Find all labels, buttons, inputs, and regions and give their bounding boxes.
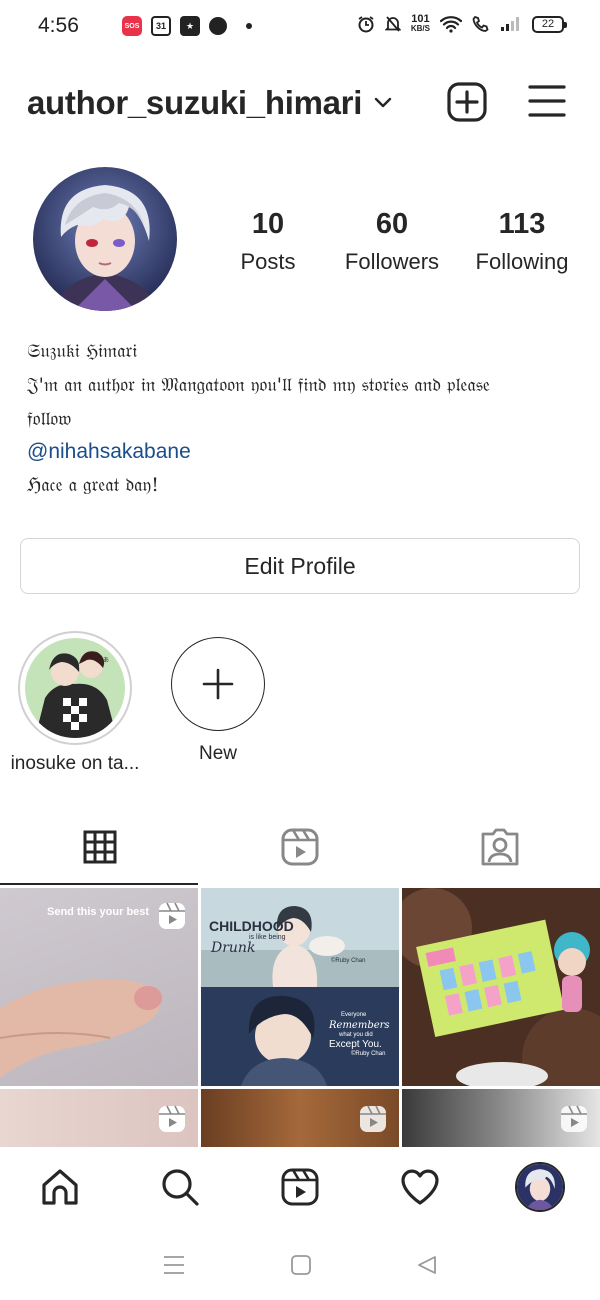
system-status-icons: 101 KB/S 22 xyxy=(357,13,567,34)
profile-header: author_suzuki_himari xyxy=(0,78,600,128)
post-text-line: what you did xyxy=(339,1032,373,1038)
post-tile[interactable] xyxy=(402,888,600,1086)
new-highlight-button[interactable]: New xyxy=(168,637,268,765)
tab-tagged[interactable] xyxy=(400,808,600,886)
post-tile[interactable]: Send this your best xyxy=(0,888,198,1086)
bottom-navigation xyxy=(0,1147,600,1227)
following-label: Following xyxy=(475,249,569,274)
post-tile[interactable]: CHILDHOOD is like being Drunk ©Ruby Chan… xyxy=(201,888,399,1086)
highlight-label: inosuke on ta... xyxy=(10,753,140,774)
edit-profile-button[interactable]: Edit Profile xyxy=(20,538,580,594)
tab-posts-grid[interactable] xyxy=(0,808,200,886)
app-notification-icon: ★ xyxy=(180,16,200,36)
display-name: 𝔖𝔲𝔷𝔲𝔨𝔦 ℌ𝔦𝔪𝔞𝔯𝔦 xyxy=(27,340,138,362)
posts-label: Posts xyxy=(240,249,296,274)
post-text-line: Remembers xyxy=(329,1020,390,1031)
home-square-icon[interactable] xyxy=(290,1254,312,1276)
tagged-icon xyxy=(481,828,519,866)
post-text-line: Except You. xyxy=(329,1039,382,1050)
reels-icon xyxy=(159,1105,185,1132)
post-text-credit: ©Ruby Chan xyxy=(331,958,366,964)
profile-stats: 10 Posts 60 Followers 113 Following xyxy=(218,208,578,275)
reels-icon xyxy=(281,1168,319,1206)
plus-icon xyxy=(202,668,234,700)
recents-icon[interactable] xyxy=(162,1255,186,1275)
bio-mention-link[interactable]: @nihahsakabane xyxy=(27,436,577,468)
profile-tabs xyxy=(0,808,600,886)
network-speed: 101 KB/S xyxy=(410,13,430,34)
status-bar: 4:56 SOS 31 ★ 101 KB/S 22 xyxy=(0,0,600,56)
notification-icons: SOS 31 ★ xyxy=(122,16,252,36)
post-tile[interactable] xyxy=(402,1089,600,1147)
highlight-label: New xyxy=(198,743,237,764)
post-text-line: Everyone xyxy=(341,1012,367,1018)
chevron-down-icon[interactable] xyxy=(373,96,393,110)
active-tab-indicator xyxy=(0,883,198,885)
nav-reels[interactable] xyxy=(240,1147,360,1227)
pet-app-icon xyxy=(209,17,227,35)
system-navigation xyxy=(0,1230,600,1300)
followers-label: Followers xyxy=(344,249,440,274)
new-highlight-circle xyxy=(171,637,265,731)
nav-search[interactable] xyxy=(120,1147,240,1227)
stat-following[interactable]: 113 Following xyxy=(466,208,578,275)
wifi-icon xyxy=(440,16,462,33)
post-tile[interactable] xyxy=(201,1089,399,1147)
menu-icon[interactable] xyxy=(528,84,566,118)
stat-posts[interactable]: 10 Posts xyxy=(218,208,318,275)
highlight-cover: あ xyxy=(25,638,125,738)
following-count: 113 xyxy=(498,208,546,240)
home-icon xyxy=(42,1169,78,1205)
more-notifications-icon xyxy=(246,23,252,29)
profile-bio: 𝔖𝔲𝔷𝔲𝔨𝔦 ℌ𝔦𝔪𝔞𝔯𝔦 𝔍'𝔪 𝔞𝔫 𝔞𝔲𝔱𝔥𝔬𝔯 𝔦𝔫 𝔐𝔞𝔫𝔤𝔞𝔱𝔬𝔬𝔫… xyxy=(27,334,577,502)
alarm-icon xyxy=(358,16,374,33)
post-caption: Send this your best xyxy=(47,906,150,918)
search-icon xyxy=(162,1169,199,1206)
highlight-ring: あ xyxy=(18,631,132,745)
nav-profile[interactable] xyxy=(480,1147,600,1227)
story-highlight[interactable]: あ inosuke on ta... xyxy=(0,631,150,775)
calendar-icon: 31 xyxy=(151,16,171,36)
reels-icon xyxy=(360,1105,386,1132)
heart-icon xyxy=(401,1169,439,1205)
post-text-title: CHILDHOOD xyxy=(209,918,294,934)
reels-icon xyxy=(561,1105,587,1132)
nav-home[interactable] xyxy=(0,1147,120,1227)
post-text-credit: ©Ruby Chan xyxy=(351,1051,386,1057)
battery-icon: 22 xyxy=(532,15,567,33)
svg-text:あ: あ xyxy=(103,657,109,664)
sos-icon: SOS xyxy=(122,16,142,36)
bio-line: ℌ𝔞𝔠𝔢 𝔞 𝔤𝔯𝔢𝔞𝔱 𝔡𝔞𝔶! xyxy=(27,474,159,496)
bio-line: 𝔍'𝔪 𝔞𝔫 𝔞𝔲𝔱𝔥𝔬𝔯 𝔦𝔫 𝔐𝔞𝔫𝔤𝔞𝔱𝔬𝔬𝔫 𝔶𝔬𝔲'𝔩𝔩 𝔣𝔦𝔫𝔡 𝔪… xyxy=(27,374,490,396)
reels-icon xyxy=(159,902,185,929)
bio-line: 𝔣𝔬𝔩𝔩𝔬𝔴 xyxy=(27,408,72,430)
mute-bell-icon xyxy=(384,16,401,32)
back-triangle-icon[interactable] xyxy=(416,1254,438,1276)
reels-icon xyxy=(281,828,319,866)
new-post-icon[interactable] xyxy=(447,82,487,122)
nav-activity[interactable] xyxy=(360,1147,480,1227)
profile-avatar[interactable] xyxy=(33,167,177,311)
grid-icon xyxy=(83,830,117,864)
post-text-script: Drunk xyxy=(211,940,256,956)
username-switcher[interactable]: author_suzuki_himari xyxy=(27,84,362,122)
wifi-call-icon xyxy=(472,15,489,32)
signal-icon xyxy=(501,17,519,31)
stat-followers[interactable]: 60 Followers xyxy=(318,208,466,275)
profile-avatar xyxy=(515,1162,565,1212)
posts-count: 10 xyxy=(251,208,285,240)
status-time: 4:56 xyxy=(38,14,79,37)
followers-count: 60 xyxy=(375,208,409,240)
tab-reels[interactable] xyxy=(200,808,400,886)
post-tile[interactable] xyxy=(0,1089,198,1147)
